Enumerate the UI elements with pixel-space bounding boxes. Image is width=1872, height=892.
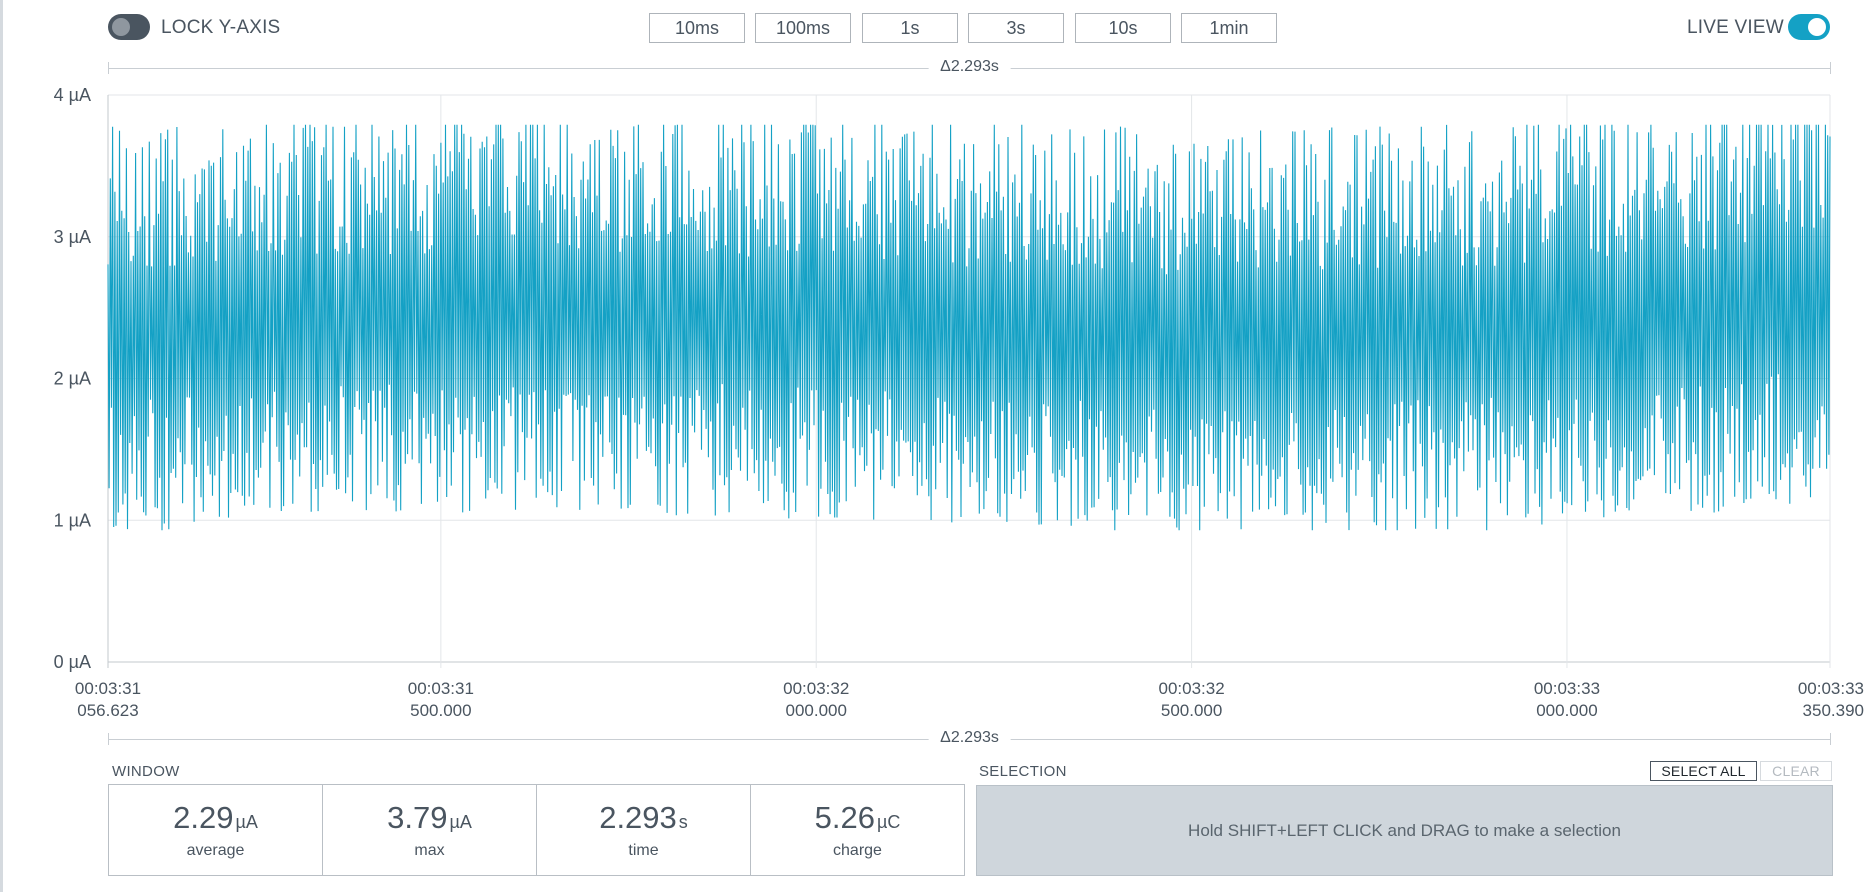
- stat-max: 3.79 µA max: [323, 785, 537, 875]
- stat-label: time: [628, 842, 659, 859]
- selection-panel[interactable]: Hold SHIFT+LEFT CLICK and DRAG to make a…: [976, 785, 1833, 876]
- x-tick-time-label: 00:03:32: [783, 679, 849, 698]
- x-tick-ms-label: 056.623: [77, 701, 138, 720]
- stat-value: 5.26 µC: [814, 800, 901, 835]
- window-section-title: WINDOW: [112, 763, 180, 780]
- current-chart[interactable]: 0 µA1 µA2 µA3 µA4 µA 00:03:31056.62300:0…: [0, 0, 1872, 740]
- selection-section-title: SELECTION: [979, 763, 1067, 780]
- y-tick-label: 4 µA: [54, 85, 91, 105]
- y-tick-label: 2 µA: [54, 369, 91, 389]
- x-tick-ms-label: 000.000: [785, 701, 846, 720]
- delta-ruler-bottom: Δ2.293s: [108, 729, 1831, 747]
- y-tick-label: 0 µA: [54, 652, 91, 672]
- stat-value: 2.293 s: [599, 800, 688, 835]
- select-all-button[interactable]: SELECT ALL: [1650, 761, 1757, 781]
- delta-time-label: Δ2.293s: [928, 729, 1011, 747]
- stat-value: 3.79 µA: [387, 800, 472, 835]
- stat-average: 2.29 µA average: [109, 785, 323, 875]
- stat-label: average: [186, 842, 245, 859]
- clear-button[interactable]: CLEAR: [1760, 761, 1832, 781]
- stat-time: 2.293 s time: [537, 785, 751, 875]
- stat-value: 2.29 µA: [173, 800, 258, 835]
- x-tick-ms-label: 500.000: [410, 701, 471, 720]
- y-axis: 0 µA 1 µA 2 µA 3 µA 4 µA: [54, 85, 91, 672]
- x-tick-ms-label: 000.000: [1536, 701, 1597, 720]
- x-tick-time-label: 00:03:32: [1158, 679, 1224, 698]
- x-tick-time-label: 00:03:33: [1798, 679, 1864, 698]
- x-axis: 00:03:31 056.623 00:03:31 500.000 00:03:32 00…: [75, 679, 1864, 720]
- window-stats-panel: 2.29 µA average 3.79 µA max 2.293 s time 5.…: [108, 784, 965, 876]
- stat-label: max: [414, 842, 445, 859]
- y-tick-label: 1 µA: [54, 510, 91, 530]
- x-tick-ms-label: 500.000: [1161, 701, 1222, 720]
- stat-label: charge: [833, 842, 882, 859]
- x-tick-time-label: 00:03:31: [408, 679, 474, 698]
- x-tick-time-label: 00:03:33: [1534, 679, 1600, 698]
- current-trace-line: [107, 124, 1831, 531]
- y-tick-label: 3 µA: [54, 227, 91, 247]
- selection-hint: Hold SHIFT+LEFT CLICK and DRAG to make a…: [1188, 820, 1621, 840]
- x-tick-ms-label: 350.390: [1803, 701, 1864, 720]
- stat-charge: 5.26 µC charge: [751, 785, 964, 875]
- x-tick-time-label: 00:03:31: [75, 679, 141, 698]
